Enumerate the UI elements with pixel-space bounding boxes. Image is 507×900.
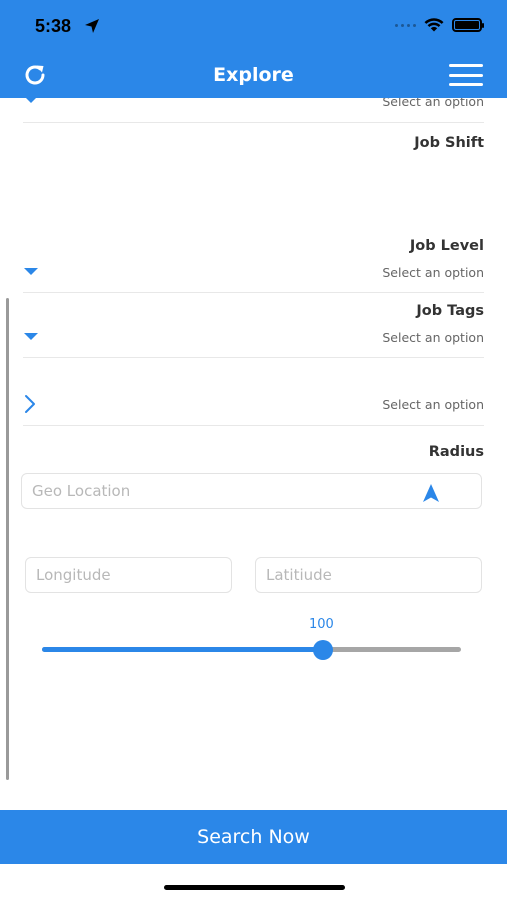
slider-thumb[interactable]	[312, 640, 333, 660]
navigation-arrow-icon[interactable]	[421, 483, 441, 503]
scrollbar[interactable]	[6, 298, 9, 780]
home-indicator	[164, 885, 345, 890]
geo-location-placeholder: Geo Location	[32, 482, 131, 500]
job-tags-label: Job Tags	[416, 303, 484, 319]
location-arrow-icon	[85, 19, 99, 33]
chevron-right-icon[interactable]	[22, 394, 38, 414]
location-select[interactable]: Select an option	[382, 397, 484, 412]
longitude-placeholder: Longitude	[36, 566, 111, 584]
filter-form[interactable]: Select an option Job Shift Job Level Sel…	[0, 98, 507, 810]
divider	[23, 122, 484, 123]
dropdown-caret-icon[interactable]	[24, 268, 38, 275]
dropdown-caret-icon[interactable]	[24, 98, 38, 103]
job-shift-label: Job Shift	[414, 135, 484, 151]
status-time: 5:38	[35, 16, 72, 36]
latitude-placeholder: Latitiude	[266, 566, 332, 584]
app-header: 5:38 Explore	[0, 0, 507, 98]
job-level-label: Job Level	[409, 238, 484, 254]
status-indicators	[395, 18, 484, 32]
divider	[23, 425, 484, 426]
radius-slider[interactable]	[42, 640, 461, 660]
wifi-icon	[424, 18, 444, 32]
job-tags-select[interactable]: Select an option	[382, 330, 484, 345]
page-title: Explore	[213, 64, 294, 86]
battery-icon	[452, 18, 484, 32]
job-level-select[interactable]: Select an option	[382, 265, 484, 280]
slider-value: 100	[309, 617, 334, 632]
geo-location-input[interactable]: Geo Location	[21, 473, 482, 509]
latitude-input[interactable]: Latitiude	[255, 557, 482, 593]
search-now-button[interactable]: Search Now	[0, 810, 507, 864]
slider-fill	[42, 647, 323, 652]
signal-icon	[395, 23, 416, 27]
divider	[23, 357, 484, 358]
radius-label: Radius	[428, 444, 484, 460]
longitude-input[interactable]: Longitude	[25, 557, 232, 593]
dropdown-caret-icon[interactable]	[24, 333, 38, 340]
hamburger-menu-icon[interactable]	[449, 64, 483, 86]
divider	[23, 292, 484, 293]
top-select-value[interactable]: Select an option	[382, 98, 484, 109]
